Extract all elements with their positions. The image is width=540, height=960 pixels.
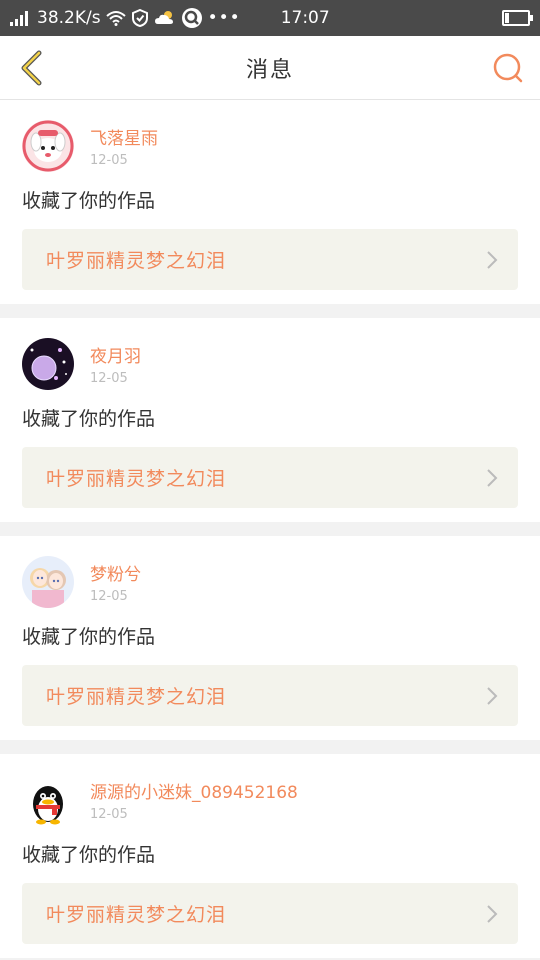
- action-text: 收藏了你的作品: [22, 844, 156, 866]
- chevron-right-icon: [487, 468, 498, 487]
- user-row: 梦粉兮 12-05: [22, 556, 518, 608]
- work-link[interactable]: 叶罗丽精灵梦之幻泪: [22, 883, 518, 944]
- work-title: 叶罗丽精灵梦之幻泪: [46, 468, 227, 490]
- shield-icon: [131, 9, 148, 27]
- message-date: 12-05: [90, 371, 128, 386]
- chevron-left-icon: [21, 50, 42, 85]
- chevron-right-icon: [487, 250, 498, 269]
- signal-icon: [10, 11, 28, 26]
- message-card: 梦粉兮 12-05 收藏了你的作品 叶罗丽精灵梦之幻泪: [0, 536, 540, 740]
- page-title: 消息: [245, 57, 294, 83]
- avatar[interactable]: [22, 120, 74, 172]
- message-card: 夜月羽 12-05 收藏了你的作品 叶罗丽精灵梦之幻泪: [0, 318, 540, 522]
- battery-icon: [502, 10, 533, 26]
- work-link[interactable]: 叶罗丽精灵梦之幻泪: [22, 665, 518, 726]
- message-list: 飞落星雨 12-05 收藏了你的作品 叶罗丽精灵梦之幻泪 夜月羽 12-05 收…: [0, 100, 540, 958]
- user-name[interactable]: 源源的小迷妹_089452168: [90, 778, 298, 803]
- avatar[interactable]: [22, 338, 74, 390]
- user-name[interactable]: 夜月羽: [90, 342, 141, 367]
- more-notifications-icon: •••: [207, 8, 241, 28]
- user-name[interactable]: 飞落星雨: [90, 124, 158, 149]
- search-icon: [493, 53, 523, 82]
- avatar-anime-girls-image: [22, 556, 74, 608]
- work-link[interactable]: 叶罗丽精灵梦之幻泪: [22, 447, 518, 508]
- avatar[interactable]: [22, 556, 74, 608]
- action-text: 收藏了你的作品: [22, 626, 156, 648]
- user-name[interactable]: 梦粉兮: [90, 560, 141, 585]
- status-left: 38.2K/s •••: [10, 7, 241, 29]
- action-text: 收藏了你的作品: [22, 190, 156, 212]
- wifi-icon: [105, 11, 126, 26]
- work-title: 叶罗丽精灵梦之幻泪: [46, 250, 227, 272]
- clock: 17:07: [280, 8, 330, 28]
- chevron-right-icon: [487, 686, 498, 705]
- back-button[interactable]: [14, 50, 50, 86]
- status-bar: 38.2K/s ••• 17:07: [0, 0, 540, 36]
- user-row: 飞落星雨 12-05: [22, 120, 518, 172]
- avatar[interactable]: [22, 774, 74, 826]
- avatar-moon-image: [22, 338, 74, 390]
- search-button[interactable]: [490, 50, 526, 86]
- avatar-penguin-image: [22, 774, 74, 826]
- app-bar: 消息: [0, 36, 540, 100]
- network-speed: 38.2K/s: [37, 8, 101, 28]
- weather-icon: [154, 11, 173, 24]
- user-row: 夜月羽 12-05: [22, 338, 518, 390]
- message-date: 12-05: [90, 807, 128, 822]
- action-text: 收藏了你的作品: [22, 408, 156, 430]
- app-notification-icon: [181, 8, 202, 28]
- chevron-right-icon: [487, 904, 498, 923]
- message-date: 12-05: [90, 153, 128, 168]
- user-row: 源源的小迷妹_089452168 12-05: [22, 774, 518, 826]
- message-date: 12-05: [90, 589, 128, 604]
- work-title: 叶罗丽精灵梦之幻泪: [46, 904, 227, 926]
- avatar-dog-image: [22, 120, 74, 172]
- message-card: 飞落星雨 12-05 收藏了你的作品 叶罗丽精灵梦之幻泪: [0, 100, 540, 304]
- message-card: 源源的小迷妹_089452168 12-05 收藏了你的作品 叶罗丽精灵梦之幻泪: [0, 754, 540, 958]
- work-link[interactable]: 叶罗丽精灵梦之幻泪: [22, 229, 518, 290]
- work-title: 叶罗丽精灵梦之幻泪: [46, 686, 227, 708]
